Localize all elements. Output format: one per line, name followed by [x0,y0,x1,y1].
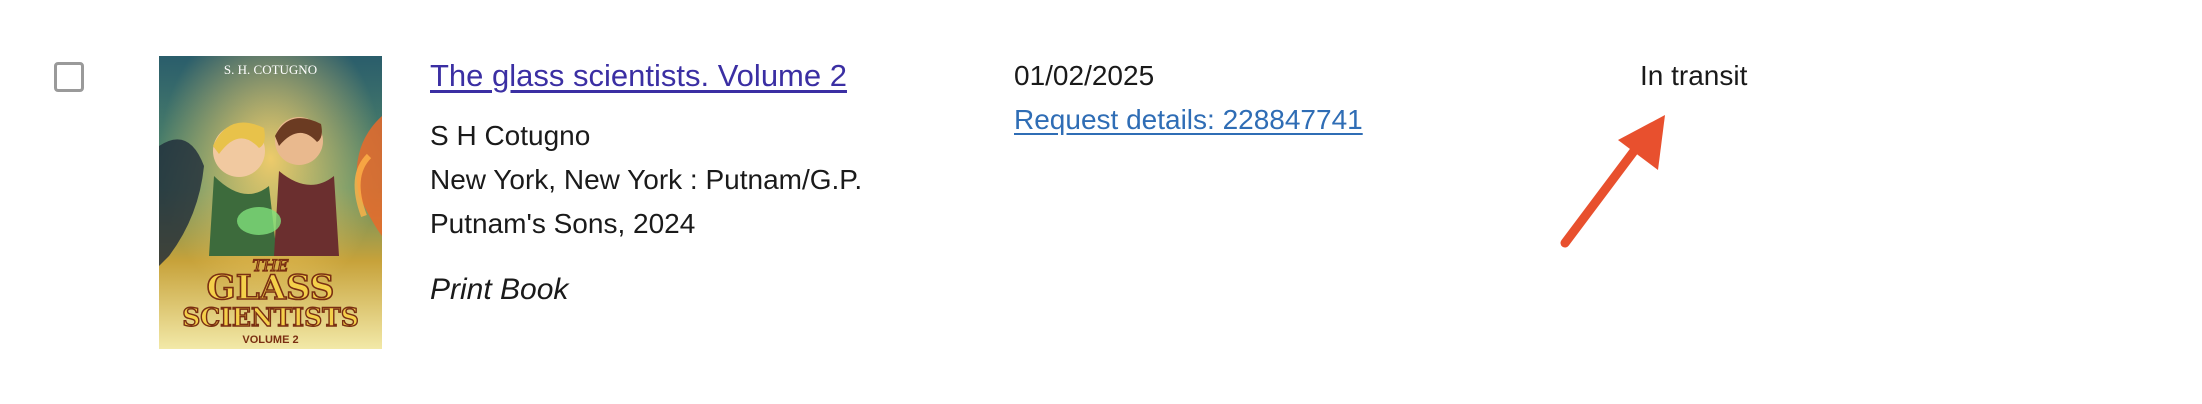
annotation-arrow-icon [1560,115,1665,248]
request-details-link[interactable]: Request details: 228847741 [1014,102,1363,138]
publication-line-2: Putnam's Sons, 2024 [430,208,696,239]
format-label: Print Book [430,273,569,306]
cover-title-line3: SCIENTISTS [182,303,359,332]
book-cover-image[interactable]: S. H. COTUGNO THE GLASS SCIENTISTS VOLUM… [159,56,382,349]
cover-art: S. H. COTUGNO THE GLASS SCIENTISTS VOLUM… [159,56,382,349]
author-text: S H Cotugno [430,120,591,151]
date-text: 01/02/2025 [1014,60,1155,91]
cover-title-line2: GLASS [207,268,335,308]
date-column: 01/02/2025 Request details: 228847741 [1014,58,1363,138]
publication-line-1: New York, New York : Putnam/G.P. [430,164,863,195]
cover-author-text: S. H. COTUGNO [224,62,317,77]
status-text: In transit [1640,60,1748,91]
select-item-checkbox[interactable] [54,62,84,92]
title-link[interactable]: The glass scientists. Volume 2 [430,56,847,96]
list-row: S. H. COTUGNO THE GLASS SCIENTISTS VOLUM… [0,0,2202,404]
cover-volume-text: VOLUME 2 [242,334,298,346]
bibliographic-info: The glass scientists. Volume 2 S H Cotug… [430,56,970,310]
